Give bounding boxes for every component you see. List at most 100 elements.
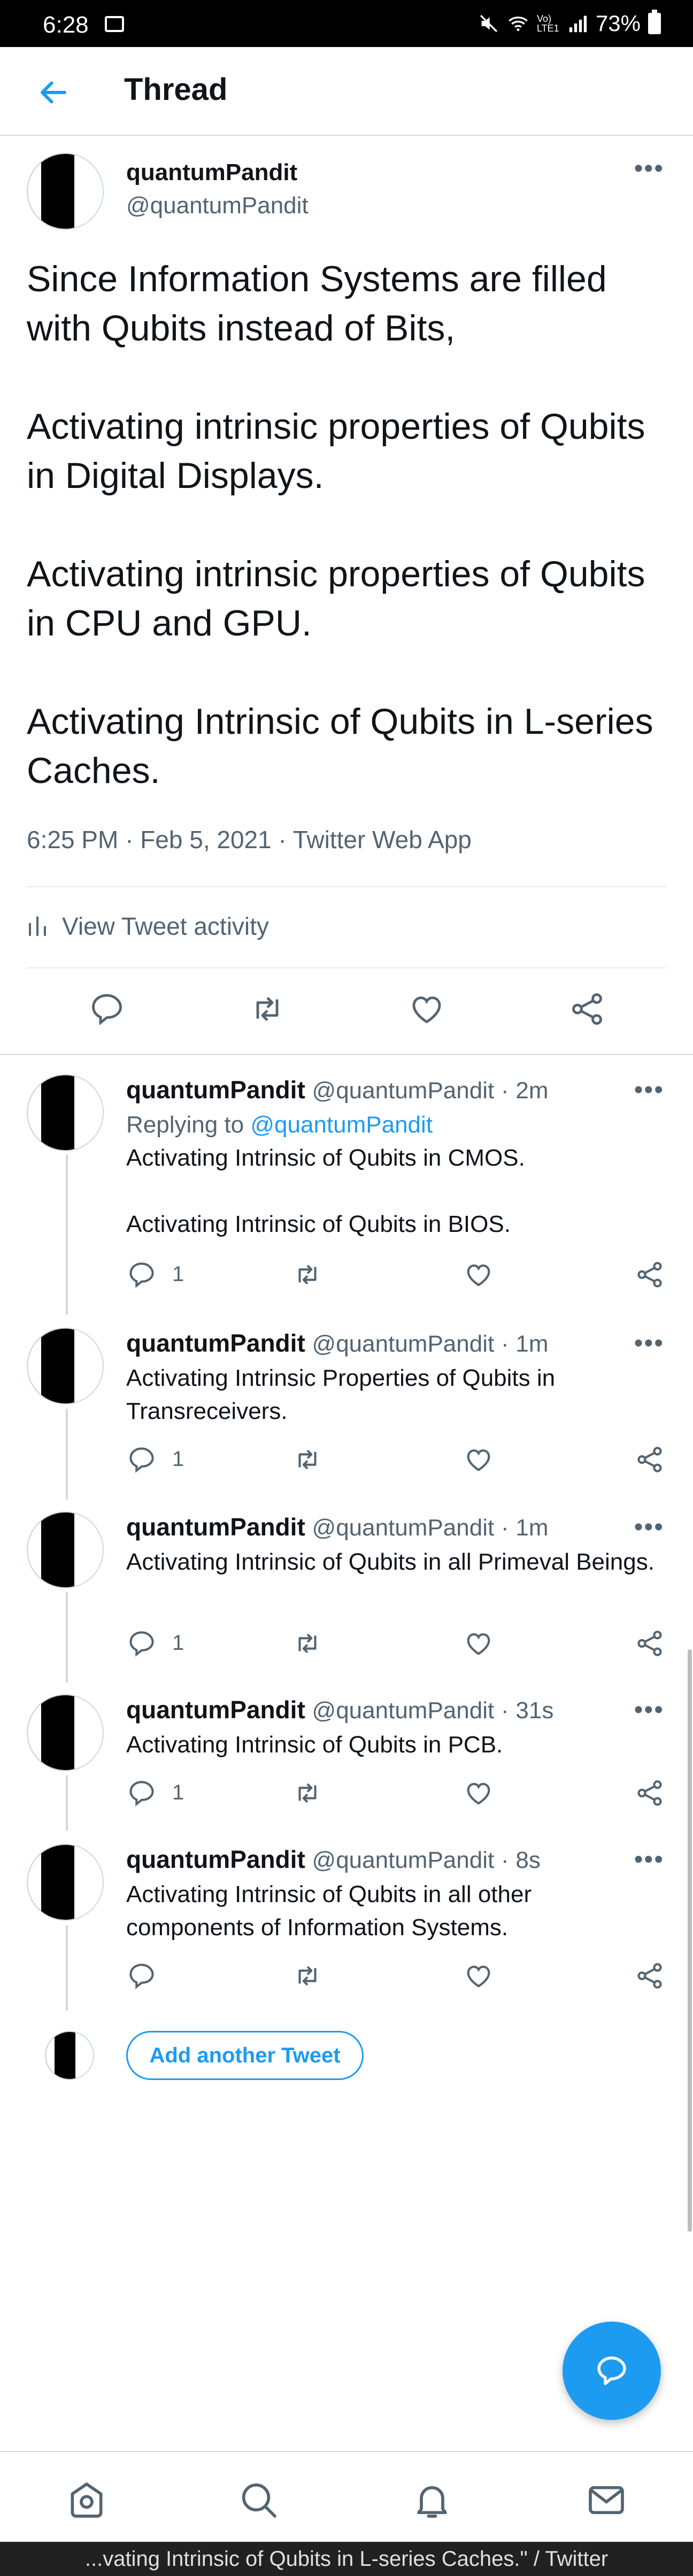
activity-label[interactable]: View Tweet activity <box>62 912 269 941</box>
share-icon[interactable] <box>634 1960 665 1991</box>
tweet-text: Since Information Systems are filled wit… <box>27 259 653 791</box>
reply-count: 1 <box>172 1781 184 1804</box>
author-handle[interactable]: @quantumPandit <box>312 1077 495 1104</box>
notifications-icon[interactable] <box>411 2479 453 2521</box>
like-icon[interactable] <box>463 1259 494 1290</box>
replying-to: Replying to @quantumPandit <box>126 1108 661 1142</box>
reply-icon[interactable] <box>88 990 126 1028</box>
author-handle[interactable]: @quantumPandit <box>126 192 309 219</box>
retweet-icon[interactable] <box>292 1444 323 1475</box>
thread-line <box>66 1154 68 1315</box>
thread-line <box>66 1925 68 2011</box>
home-icon[interactable] <box>65 2479 108 2521</box>
reply-count: 1 <box>172 1262 184 1286</box>
retweet-icon[interactable] <box>292 1778 323 1809</box>
replying-prefix: Replying to <box>126 1112 251 1138</box>
avatar[interactable] <box>27 1694 104 1771</box>
avatar <box>45 2031 94 2080</box>
tweet-age: 8s <box>515 1847 541 1873</box>
share-icon[interactable] <box>568 990 606 1028</box>
thread-line <box>66 1409 68 1500</box>
avatar[interactable] <box>27 1844 104 1921</box>
reply-header: quantumPandit @quantumPandit · 2m <box>126 1076 549 1104</box>
tweet-age: 31s <box>515 1697 554 1724</box>
reply-header: quantumPandit @quantumPandit · 1m <box>126 1513 549 1541</box>
tweet-text: Activating Intrinsic of Qubits in all Pr… <box>126 1549 654 1575</box>
battery-percent: 73% <box>595 11 641 36</box>
messages-icon[interactable] <box>585 2479 628 2521</box>
tweet-meta: 6:25 PM · Feb 5, 2021 · Twitter Web App <box>27 825 472 854</box>
tweet-age: 1m <box>515 1515 549 1541</box>
thread-line <box>66 1775 68 1831</box>
view-activity-link[interactable]: View Tweet activity <box>27 912 269 941</box>
network-label: Vo) LTE1 <box>536 13 559 34</box>
more-icon[interactable]: ••• <box>634 156 664 182</box>
tweet-text: Activating Intrinsic of Qubits in PCB. <box>126 1732 503 1758</box>
tweet-actions: 1 <box>126 1778 666 1815</box>
page-title: Thread <box>124 72 228 107</box>
reply-icon[interactable] <box>126 1778 157 1809</box>
section-divider <box>0 1054 693 1055</box>
scrollbar[interactable] <box>688 1649 692 2232</box>
more-icon[interactable]: ••• <box>634 1847 664 1873</box>
activity-icon <box>29 917 46 936</box>
avatar[interactable] <box>27 1328 104 1405</box>
signal-icon <box>569 15 587 33</box>
retweet-icon[interactable] <box>292 1259 323 1290</box>
meta-separator: · <box>125 826 134 854</box>
share-icon[interactable] <box>634 1444 665 1475</box>
share-icon[interactable] <box>634 1628 665 1659</box>
reply-count: 1 <box>172 1631 184 1655</box>
mute-icon <box>480 14 498 33</box>
retweet-icon[interactable] <box>292 1960 323 1991</box>
author-handle[interactable]: @quantumPandit <box>312 1697 495 1724</box>
author-handle[interactable]: @quantumPandit <box>312 1847 495 1873</box>
compose-button[interactable] <box>563 2322 661 2420</box>
tweet-actions <box>126 1960 666 1998</box>
replying-to-handle[interactable]: @quantumPandit <box>250 1112 433 1138</box>
status-indicators: Vo) LTE1 73% <box>478 10 661 36</box>
avatar[interactable] <box>27 1074 104 1151</box>
author-handle[interactable]: @quantumPandit <box>312 1515 495 1541</box>
reply-icon[interactable] <box>126 1628 157 1659</box>
tweet-client[interactable]: Twitter Web App <box>293 826 472 854</box>
more-icon[interactable]: ••• <box>634 1515 664 1540</box>
tweet-text: Activating Intrinsic of Qubits in CMOS. … <box>126 1145 525 1237</box>
retweet-icon[interactable] <box>248 990 287 1028</box>
add-another-tweet-button[interactable]: Add another Tweet <box>126 2031 364 2080</box>
reply-icon[interactable] <box>126 1259 157 1290</box>
author-handle[interactable]: @quantumPandit <box>312 1331 495 1357</box>
author-name[interactable]: quantumPandit <box>126 1696 305 1724</box>
tweet-actions: 1 <box>126 1444 666 1481</box>
tweet-age: 1m <box>515 1331 549 1357</box>
divider <box>27 967 666 968</box>
back-arrow-icon[interactable] <box>32 74 75 111</box>
reply-icon[interactable] <box>126 1444 157 1475</box>
like-icon[interactable] <box>463 1444 494 1475</box>
share-icon[interactable] <box>634 1259 665 1290</box>
status-bar: 6:28 Vo) LTE1 73% <box>0 0 693 47</box>
more-icon[interactable]: ••• <box>634 1331 664 1356</box>
share-icon[interactable] <box>634 1778 665 1809</box>
status-time: 6:28 <box>43 12 89 38</box>
tweet-actions: 1 <box>126 1628 666 1665</box>
retweet-icon[interactable] <box>292 1628 323 1659</box>
reply-header: quantumPandit @quantumPandit · 31s <box>126 1696 554 1724</box>
like-icon[interactable] <box>463 1628 494 1659</box>
author-name[interactable]: quantumPandit <box>126 1845 305 1873</box>
author-name[interactable]: quantumPandit <box>126 159 297 186</box>
avatar[interactable] <box>27 153 104 230</box>
search-icon[interactable] <box>237 2479 280 2521</box>
like-icon[interactable] <box>407 990 446 1028</box>
author-name[interactable]: quantumPandit <box>126 1076 305 1104</box>
reply-icon[interactable] <box>126 1960 157 1991</box>
browser-title-bar: ...vating Intrinsic of Qubits in L-serie… <box>0 2542 693 2576</box>
like-icon[interactable] <box>463 1960 494 1991</box>
compose-icon <box>597 2356 626 2385</box>
more-icon[interactable]: ••• <box>634 1697 664 1723</box>
more-icon[interactable]: ••• <box>634 1077 664 1103</box>
like-icon[interactable] <box>463 1778 494 1809</box>
author-name[interactable]: quantumPandit <box>126 1513 305 1541</box>
avatar[interactable] <box>27 1511 104 1588</box>
author-name[interactable]: quantumPandit <box>126 1329 305 1357</box>
